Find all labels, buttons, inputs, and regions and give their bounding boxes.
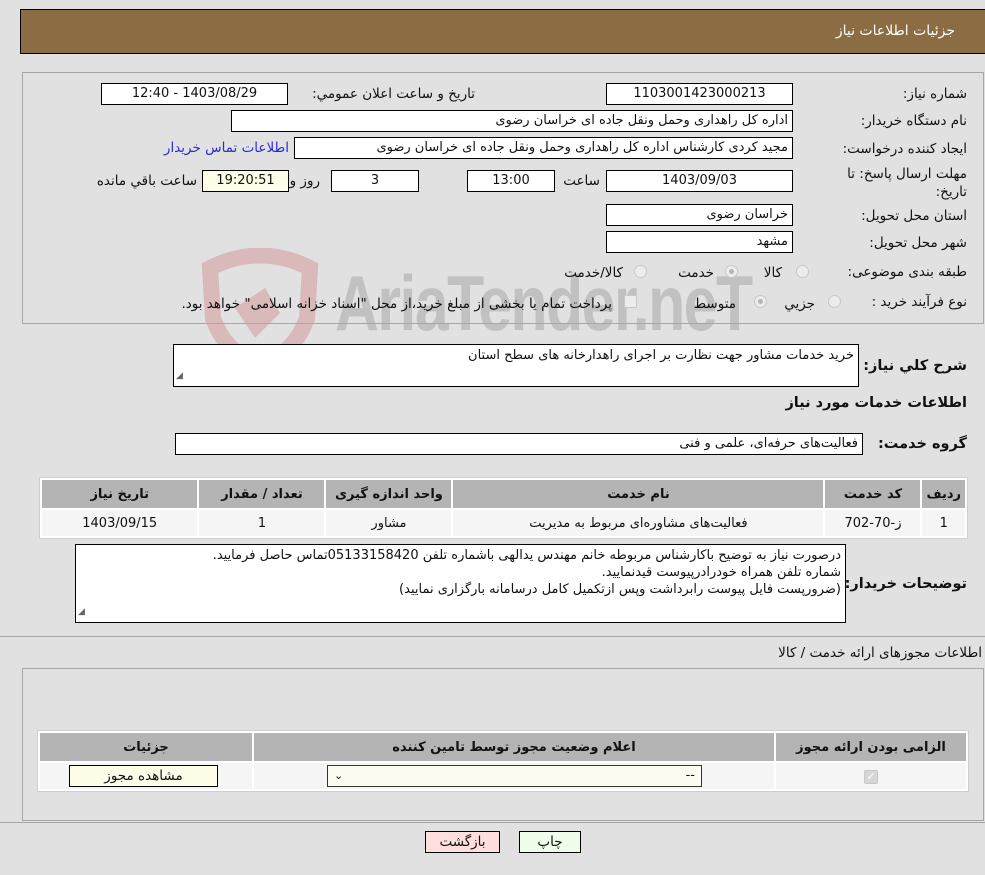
process-option-minor: جزیي — [784, 296, 815, 312]
need-number-field: 1103001423000213 — [606, 83, 793, 105]
col-row: ردیف — [922, 480, 965, 508]
province-field: خراسان رضوی — [606, 204, 793, 226]
city-field: مشهد — [606, 231, 793, 253]
deadline-time-label: ساعت — [563, 173, 600, 189]
print-button[interactable]: چاپ — [519, 831, 581, 853]
days-label: روز و — [289, 173, 320, 189]
process-radio-medium[interactable] — [754, 295, 767, 308]
process-type-label: نوع فرآیند خرید : — [871, 294, 967, 310]
category-radio-service[interactable] — [725, 265, 738, 278]
cell-quantity: 1 — [199, 510, 325, 536]
buyer-notes-textarea[interactable]: درصورت نیاز به توضیح باکارشناس مربوطه خا… — [75, 544, 846, 623]
service-group-field: فعالیت‌های حرفه‌ای، علمی و فنی — [175, 433, 863, 455]
permit-required-checkbox[interactable]: ✓ — [864, 769, 878, 784]
description-text: خرید خدمات مشاور جهت نظارت بر اجرای راهد… — [468, 348, 854, 363]
col-quantity: تعداد / مقدار — [199, 480, 325, 508]
permits-section-title: اطلاعات مجوزهای ارائه خدمت / کالا — [778, 645, 982, 661]
resize-grip-icon[interactable]: ◢ — [78, 604, 85, 621]
category-option-goods-service: کالا/خدمت — [564, 265, 623, 281]
cell-service-code: ز-70-702 — [825, 510, 921, 536]
col-permit-required: الزامی بودن ارائه مجوز — [776, 733, 966, 761]
services-table-header: ردیف کد خدمت نام خدمت واحد اندازه گیری ت… — [42, 480, 965, 508]
need-number-label: شماره نیاز: — [902, 86, 967, 102]
divider — [0, 636, 985, 637]
cell-need-date: 1403/09/15 — [42, 510, 198, 536]
permits-table-header: الزامی بودن ارائه مجوز اعلام وضعیت مجوز … — [40, 733, 966, 761]
category-option-goods: کالا — [763, 265, 782, 281]
resize-grip-icon[interactable]: ◢ — [176, 368, 183, 385]
buyer-org-field: اداره کل راهداری وحمل ونقل جاده ای خراسا… — [231, 110, 793, 132]
treasury-note: پرداخت تمام یا بخشی از مبلغ خرید،از محل … — [181, 296, 612, 312]
announce-label: تاریخ و ساعت اعلان عمومي: — [312, 86, 475, 102]
permit-status-selected: -- — [685, 768, 695, 783]
process-radio-minor[interactable] — [828, 295, 841, 308]
description-label: شرح كلي نياز: — [863, 358, 967, 374]
cell-service-name: فعالیت‌های مشاوره‌ای مربوط به مدیریت — [453, 510, 824, 536]
deadline-time-field: 13:00 — [467, 170, 555, 192]
buyer-contact-link[interactable]: اطلاعات تماس خریدار — [164, 140, 289, 156]
permit-status-select[interactable]: -- ⌄ — [327, 765, 702, 787]
announce-datetime-field: 1403/08/29 - 12:40 — [101, 83, 288, 105]
page-title: جزئیات اطلاعات نیاز — [835, 23, 955, 39]
col-permit-details: جزئیات — [40, 733, 252, 761]
remaining-time-field: 19:20:51 — [202, 170, 289, 192]
footer-divider — [0, 822, 985, 823]
province-label: استان محل تحویل: — [861, 208, 967, 224]
services-table: ردیف کد خدمت نام خدمت واحد اندازه گیری ت… — [39, 477, 968, 539]
buyer-notes-line: (ضرورپست فایل پیوست رابرداشت وپس ازتکمیل… — [399, 582, 841, 597]
process-option-medium: متوسط — [693, 296, 736, 312]
category-option-service: خدمت — [678, 265, 714, 281]
service-group-label: گروه خدمت: — [877, 436, 967, 452]
city-label: شهر محل تحویل: — [869, 235, 967, 251]
col-service-name: نام خدمت — [453, 480, 824, 508]
cell-unit: مشاور — [326, 510, 452, 536]
buyer-notes-line: درصورت نیاز به توضیح باکارشناس مربوطه خا… — [212, 548, 841, 563]
description-textarea[interactable]: خرید خدمات مشاور جهت نظارت بر اجرای راهد… — [173, 344, 859, 387]
table-row: 1 ز-70-702 فعالیت‌های مشاوره‌ای مربوط به… — [42, 510, 965, 536]
buyer-notes-line: شماره تلفن همراه خودرادرپیوست قیدنمایید. — [601, 565, 841, 580]
buyer-org-label: نام دستگاه خریدار: — [860, 113, 967, 129]
back-button[interactable]: بازگشت — [425, 831, 500, 853]
cell-row: 1 — [922, 510, 965, 536]
deadline-date-field: 1403/09/03 — [606, 170, 793, 192]
deadline-label: مهلت ارسال پاسخ: تا تاریخ: — [847, 166, 967, 200]
services-section-title: اطلاعات خدمات مورد نیاز — [785, 395, 967, 411]
page-header: جزئیات اطلاعات نیاز — [20, 9, 985, 54]
remaining-days-field: 3 — [331, 170, 419, 192]
category-radio-goods-service[interactable] — [634, 265, 647, 278]
creator-label: ایجاد کننده درخواست: — [842, 141, 967, 157]
buyer-notes-label: توضیحات خریدار: — [844, 576, 967, 592]
chevron-down-icon: ⌄ — [334, 769, 344, 782]
col-need-date: تاریخ نیاز — [42, 480, 198, 508]
col-unit: واحد اندازه گیری — [326, 480, 452, 508]
col-service-code: کد خدمت — [825, 480, 921, 508]
view-permit-button[interactable]: مشاهده مجوز — [69, 765, 218, 787]
treasury-checkbox[interactable] — [624, 295, 637, 308]
category-radio-goods[interactable] — [796, 265, 809, 278]
category-label: طبقه بندی موضوعی: — [847, 264, 967, 280]
col-permit-status: اعلام وضعیت مجوز توسط تامین کننده — [254, 733, 774, 761]
cell-permit-required: ✓ — [776, 763, 966, 789]
remaining-time-label: ساعت باقي مانده — [96, 173, 197, 189]
creator-field: مجید کردی کارشناس اداره کل راهداری وحمل … — [294, 137, 793, 159]
